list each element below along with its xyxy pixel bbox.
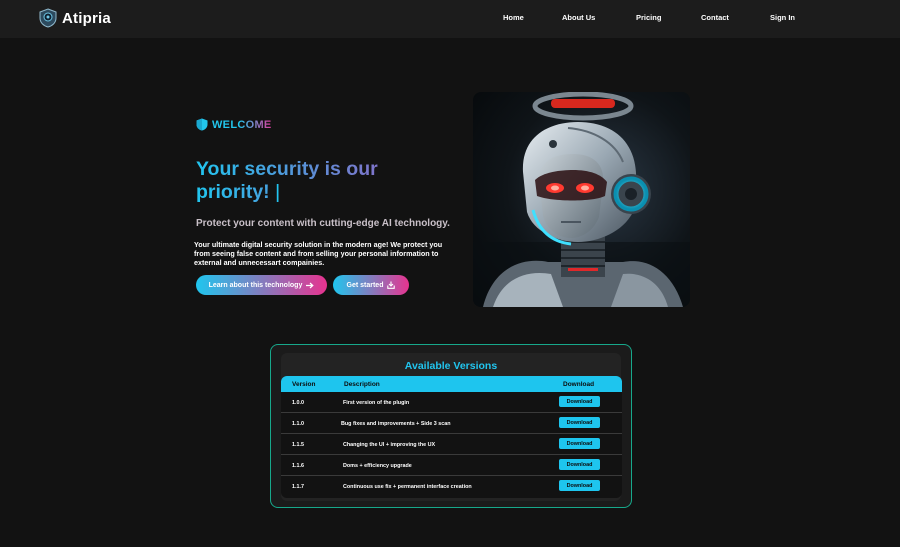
version-cell: 1.0.0: [292, 400, 304, 406]
get-started-button[interactable]: Get started: [333, 275, 409, 295]
hero-description: Your ultimate digital security solution …: [194, 240, 443, 268]
description-cell: Continuous use fix + permanent interface…: [343, 484, 472, 490]
download-button[interactable]: Download: [559, 396, 600, 407]
version-cell: 1.1.7: [292, 484, 304, 490]
description-cell: Bug fixes and improvements + Side 3 scan: [341, 421, 451, 427]
column-version: Version: [292, 381, 316, 388]
versions-table-body: 1.0.0 First version of the plugin Downlo…: [281, 392, 622, 498]
column-download: Download: [563, 381, 595, 388]
learn-button-label: Learn about this technology: [208, 281, 303, 289]
table-row: 1.1.6 Doms + efficiency upgrade Download: [281, 455, 622, 476]
description-cell: Doms + efficiency upgrade: [343, 463, 412, 469]
versions-title: Available Versions: [404, 360, 498, 372]
version-cell: 1.1.0: [292, 421, 304, 427]
download-button[interactable]: Download: [559, 417, 600, 428]
get-started-label: Get started: [346, 281, 384, 289]
welcome-label: WELCOME: [196, 118, 272, 131]
nav-home[interactable]: Home: [503, 13, 524, 22]
nav-contact[interactable]: Contact: [701, 13, 729, 22]
description-cell: Changing the UI + improving the UX: [343, 442, 436, 448]
learn-technology-button[interactable]: Learn about this technology: [196, 275, 327, 295]
arrow-right-icon: [306, 282, 315, 288]
robot-drawing: [473, 92, 690, 307]
description-cell: First version of the plugin: [343, 400, 410, 406]
navbar: Atipria Home About Us Pricing Contact Si…: [0, 0, 900, 38]
column-description: Description: [344, 381, 380, 388]
download-button[interactable]: Download: [559, 438, 600, 449]
headline-text: Your security is our priority!: [196, 158, 378, 203]
shield-logo-icon: [39, 8, 57, 28]
typing-cursor: |: [275, 181, 281, 203]
version-cell: 1.1.6: [292, 463, 304, 469]
versions-card: Available Versions Version Description D…: [270, 344, 632, 508]
robot-illustration: [473, 92, 690, 307]
table-row: 1.0.0 First version of the plugin Downlo…: [281, 392, 622, 413]
versions-table-header: Version Description Download: [281, 376, 622, 392]
shield-icon: [196, 118, 208, 131]
download-button[interactable]: Download: [559, 480, 600, 491]
download-icon: [387, 281, 396, 289]
version-cell: 1.1.5: [292, 442, 304, 448]
nav-pricing[interactable]: Pricing: [636, 13, 661, 22]
welcome-text: WELCOME: [212, 118, 272, 131]
table-row: 1.1.0 Bug fixes and improvements + Side …: [281, 413, 622, 434]
nav-sign-in[interactable]: Sign In: [770, 13, 795, 22]
table-row: 1.1.5 Changing the UI + improving the UX…: [281, 434, 622, 455]
table-row: 1.1.7 Continuous use fix + permanent int…: [281, 476, 622, 497]
download-button[interactable]: Download: [559, 459, 600, 470]
hero-tagline: Protect your content with cutting-edge A…: [196, 218, 450, 229]
brand-name: Atipria: [62, 9, 111, 27]
hero-headline: Your security is our priority! |: [196, 158, 446, 204]
brand[interactable]: Atipria: [38, 8, 111, 28]
nav-about[interactable]: About Us: [562, 13, 595, 22]
